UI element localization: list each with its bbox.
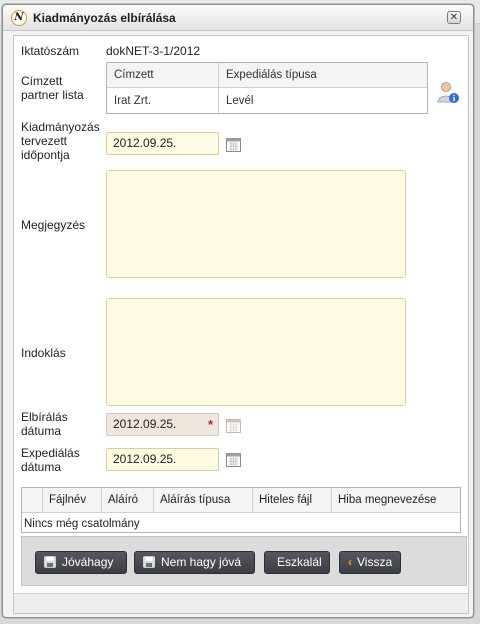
calendar-icon[interactable] <box>226 452 241 467</box>
decision-date-label: Elbírálás dátuma <box>21 410 68 438</box>
megjegyzes-textarea[interactable] <box>106 170 406 278</box>
decision-date-input: 2012.09.25. * <box>106 413 219 436</box>
table-cell-cimzett[interactable]: Irat Zrt. <box>114 95 151 107</box>
calendar-icon-disabled <box>226 419 241 433</box>
attachments-empty-message: Nincs még csatolmány <box>24 518 140 530</box>
back-button-label: Vissza <box>357 555 393 569</box>
escalate-button[interactable]: Eszkalál <box>264 551 330 574</box>
iktatoszam-label: Iktatószám <box>21 44 80 58</box>
button-bar: Jóváhagy Nem hagy jóvá Eszkalál ‹ Vissza <box>21 536 467 586</box>
attachments-table: Fájlnév Aláíró Aláírás típusa Hiteles fá… <box>21 487 461 533</box>
planned-date-input[interactable]: 2012.09.25. <box>106 132 219 155</box>
dialog-content: Iktatószám dokNET-3-1/2012 Címzett partn… <box>13 35 469 614</box>
dialog-title: Kiadmányozás elbírálása <box>33 11 176 25</box>
partner-table: Címzett Expediálás típusa Irat Zrt. Levé… <box>106 62 428 114</box>
expedition-date-label: Expediálás dátuma <box>21 446 80 474</box>
required-marker: * <box>207 417 213 432</box>
decision-date-value: 2012.09.25. <box>113 417 177 431</box>
indoklas-label: Indoklás <box>21 346 66 360</box>
iktatoszam-value: dokNET-3-1/2012 <box>106 44 201 58</box>
megjegyzes-label: Megjegyzés <box>21 218 86 232</box>
chevron-left-icon: ‹ <box>348 555 352 569</box>
dialog-window: N Kiadmányozás elbírálása ✕ Iktatószám d… <box>2 4 474 618</box>
column-divider <box>218 63 219 113</box>
dialog-footer <box>14 593 468 613</box>
column-header-cimzett[interactable]: Címzett <box>114 69 154 81</box>
app-logo-icon: N <box>11 10 27 26</box>
floppy-icon <box>44 556 56 568</box>
planned-date-label: Kiadmányozás tervezett időpontja <box>21 120 100 162</box>
expedition-date-input[interactable]: 2012.09.25. <box>106 448 219 471</box>
reject-button-label: Nem hagy jóvá <box>161 555 242 569</box>
column-header-fajlnev[interactable]: Fájlnév <box>42 488 101 513</box>
column-header-hiteles-fajl[interactable]: Hiteles fájl <box>252 488 331 513</box>
partner-list-label: Címzett partner lista <box>21 74 84 102</box>
column-header-alairas-tipusa[interactable]: Aláírás típusa <box>153 488 252 513</box>
calendar-icon[interactable] <box>226 137 241 152</box>
escalate-button-label: Eszkalál <box>277 555 322 569</box>
floppy-icon <box>143 556 155 568</box>
approve-button[interactable]: Jóváhagy <box>35 551 127 574</box>
column-header-expedialas-tipusa[interactable]: Expediálás típusa <box>226 69 317 81</box>
indoklas-textarea[interactable] <box>106 298 406 406</box>
close-button[interactable]: ✕ <box>447 11 461 24</box>
user-info-icon[interactable] <box>436 80 460 104</box>
reject-button[interactable]: Nem hagy jóvá <box>134 551 255 574</box>
column-header-alairo[interactable]: Aláíró <box>101 488 153 513</box>
approve-button-label: Jóváhagy <box>62 555 114 569</box>
table-cell-expedialas[interactable]: Levél <box>226 95 254 107</box>
column-header-hiba-megnevezese[interactable]: Hiba megnevezése <box>331 488 460 513</box>
title-bar: N Kiadmányozás elbírálása ✕ <box>3 5 473 31</box>
back-button[interactable]: ‹ Vissza <box>339 551 401 574</box>
